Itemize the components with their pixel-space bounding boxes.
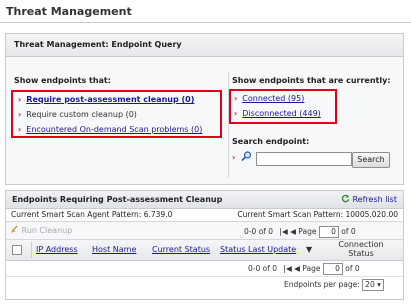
- results-footer: Endpoints per page: 20 ▾: [6, 277, 403, 291]
- bullet-icon: ›: [234, 109, 238, 118]
- top-pager: 0-0 of 0 |◀ ◀ Page 0 of 0: [244, 226, 356, 238]
- column-status-last-update[interactable]: Status Last Update: [220, 245, 296, 254]
- results-panel-header: Endpoints Requiring Post-assessment Clea…: [6, 191, 403, 209]
- first-page-icon[interactable]: |◀: [283, 264, 291, 273]
- scan-pattern-label: Current Smart Scan Pattern: 10005.020.00: [237, 210, 398, 219]
- pager-of-label: of 0: [341, 227, 356, 236]
- bullet-icon: ›: [18, 95, 22, 104]
- column-connection-status: Connection Status: [338, 240, 384, 258]
- search-icon: [241, 151, 252, 162]
- endpoint-query-panel: Threat Management: Endpoint Query Show e…: [5, 33, 404, 185]
- pattern-info-row: Current Smart Scan Agent Pattern: 6.739.…: [6, 209, 403, 222]
- connected-label[interactable]: Connected (95): [242, 94, 304, 103]
- disconnected-label[interactable]: Disconnected (449): [242, 109, 321, 118]
- select-all-checkbox[interactable]: [12, 245, 22, 255]
- per-page-control: Endpoints per page: 20 ▾: [284, 279, 384, 291]
- page-number-input[interactable]: 0: [318, 226, 339, 238]
- pager-of-label: of 0: [345, 264, 360, 273]
- custom-cleanup-item: › Require custom cleanup (0): [18, 110, 137, 119]
- bullet-icon: ›: [234, 94, 238, 103]
- per-page-label: Endpoints per page:: [284, 280, 360, 289]
- column-current-status[interactable]: Current Status: [152, 245, 210, 254]
- prev-page-icon[interactable]: ◀: [290, 227, 296, 236]
- search-endpoint-input[interactable]: [256, 152, 352, 166]
- custom-cleanup-label: Require custom cleanup (0): [26, 110, 137, 119]
- per-page-select[interactable]: 20 ▾: [362, 279, 384, 291]
- pager-count: 0-0 of 0: [248, 264, 278, 273]
- page-title: Threat Management: [6, 5, 132, 18]
- search-endpoint-label: Search endpoint:: [232, 137, 310, 146]
- run-cleanup-button[interactable]: Run Cleanup: [10, 225, 72, 235]
- search-button[interactable]: Search: [352, 152, 390, 168]
- refresh-list-label[interactable]: Refresh list: [352, 195, 397, 204]
- endpoint-query-title: Threat Management: Endpoint Query: [6, 34, 403, 57]
- on-demand-scan-problems-link[interactable]: › Encountered On-demand Scan problems (0): [18, 125, 202, 134]
- connected-link[interactable]: › Connected (95): [234, 94, 304, 103]
- bottom-pager: 0-0 of 0 |◀ ◀ Page 0 of 0: [248, 263, 360, 275]
- post-assessment-cleanup-label[interactable]: Require post-assessment cleanup (0): [26, 95, 194, 104]
- results-panel-title: Endpoints Requiring Post-assessment Clea…: [12, 195, 223, 204]
- run-cleanup-label[interactable]: Run Cleanup: [22, 226, 73, 235]
- bullet-icon: ›: [18, 125, 22, 134]
- bullet-icon: ›: [18, 110, 22, 119]
- column-ip-address[interactable]: IP Address: [36, 245, 78, 254]
- pager-count: 0-0 of 0: [244, 227, 274, 236]
- post-assessment-cleanup-link[interactable]: › Require post-assessment cleanup (0): [18, 95, 194, 104]
- bullet-icon: ›: [232, 153, 236, 162]
- results-table-header: IP Address Host Name Current Status Stat…: [6, 240, 403, 261]
- page-number-input[interactable]: 0: [322, 263, 343, 275]
- refresh-list-button[interactable]: Refresh list: [341, 191, 397, 208]
- sort-desc-icon: ▼: [306, 245, 313, 254]
- per-page-value: 20: [365, 280, 375, 289]
- broom-icon: [10, 225, 18, 234]
- on-demand-scan-problems-label[interactable]: Encountered On-demand Scan problems (0): [26, 125, 202, 134]
- agent-pattern-label: Current Smart Scan Agent Pattern: 6.739.…: [11, 210, 173, 219]
- cleanup-results-panel: Endpoints Requiring Post-assessment Clea…: [5, 190, 404, 300]
- prev-page-icon[interactable]: ◀: [294, 264, 300, 273]
- show-endpoints-that-label: Show endpoints that:: [14, 76, 111, 85]
- title-divider: [0, 22, 411, 23]
- results-toolbar: Run Cleanup 0-0 of 0 |◀ ◀ Page 0 of 0: [6, 222, 403, 240]
- show-currently-label: Show endpoints that are currently:: [232, 76, 391, 85]
- pager-page-label: Page: [302, 264, 321, 273]
- section-divider: [228, 72, 229, 178]
- first-page-icon[interactable]: |◀: [279, 227, 287, 236]
- refresh-icon: [341, 194, 350, 203]
- pager-page-label: Page: [298, 227, 317, 236]
- disconnected-link[interactable]: › Disconnected (449): [234, 109, 321, 118]
- column-host-name[interactable]: Host Name: [92, 245, 136, 254]
- table-empty-row: 0-0 of 0 |◀ ◀ Page 0 of 0: [6, 261, 403, 277]
